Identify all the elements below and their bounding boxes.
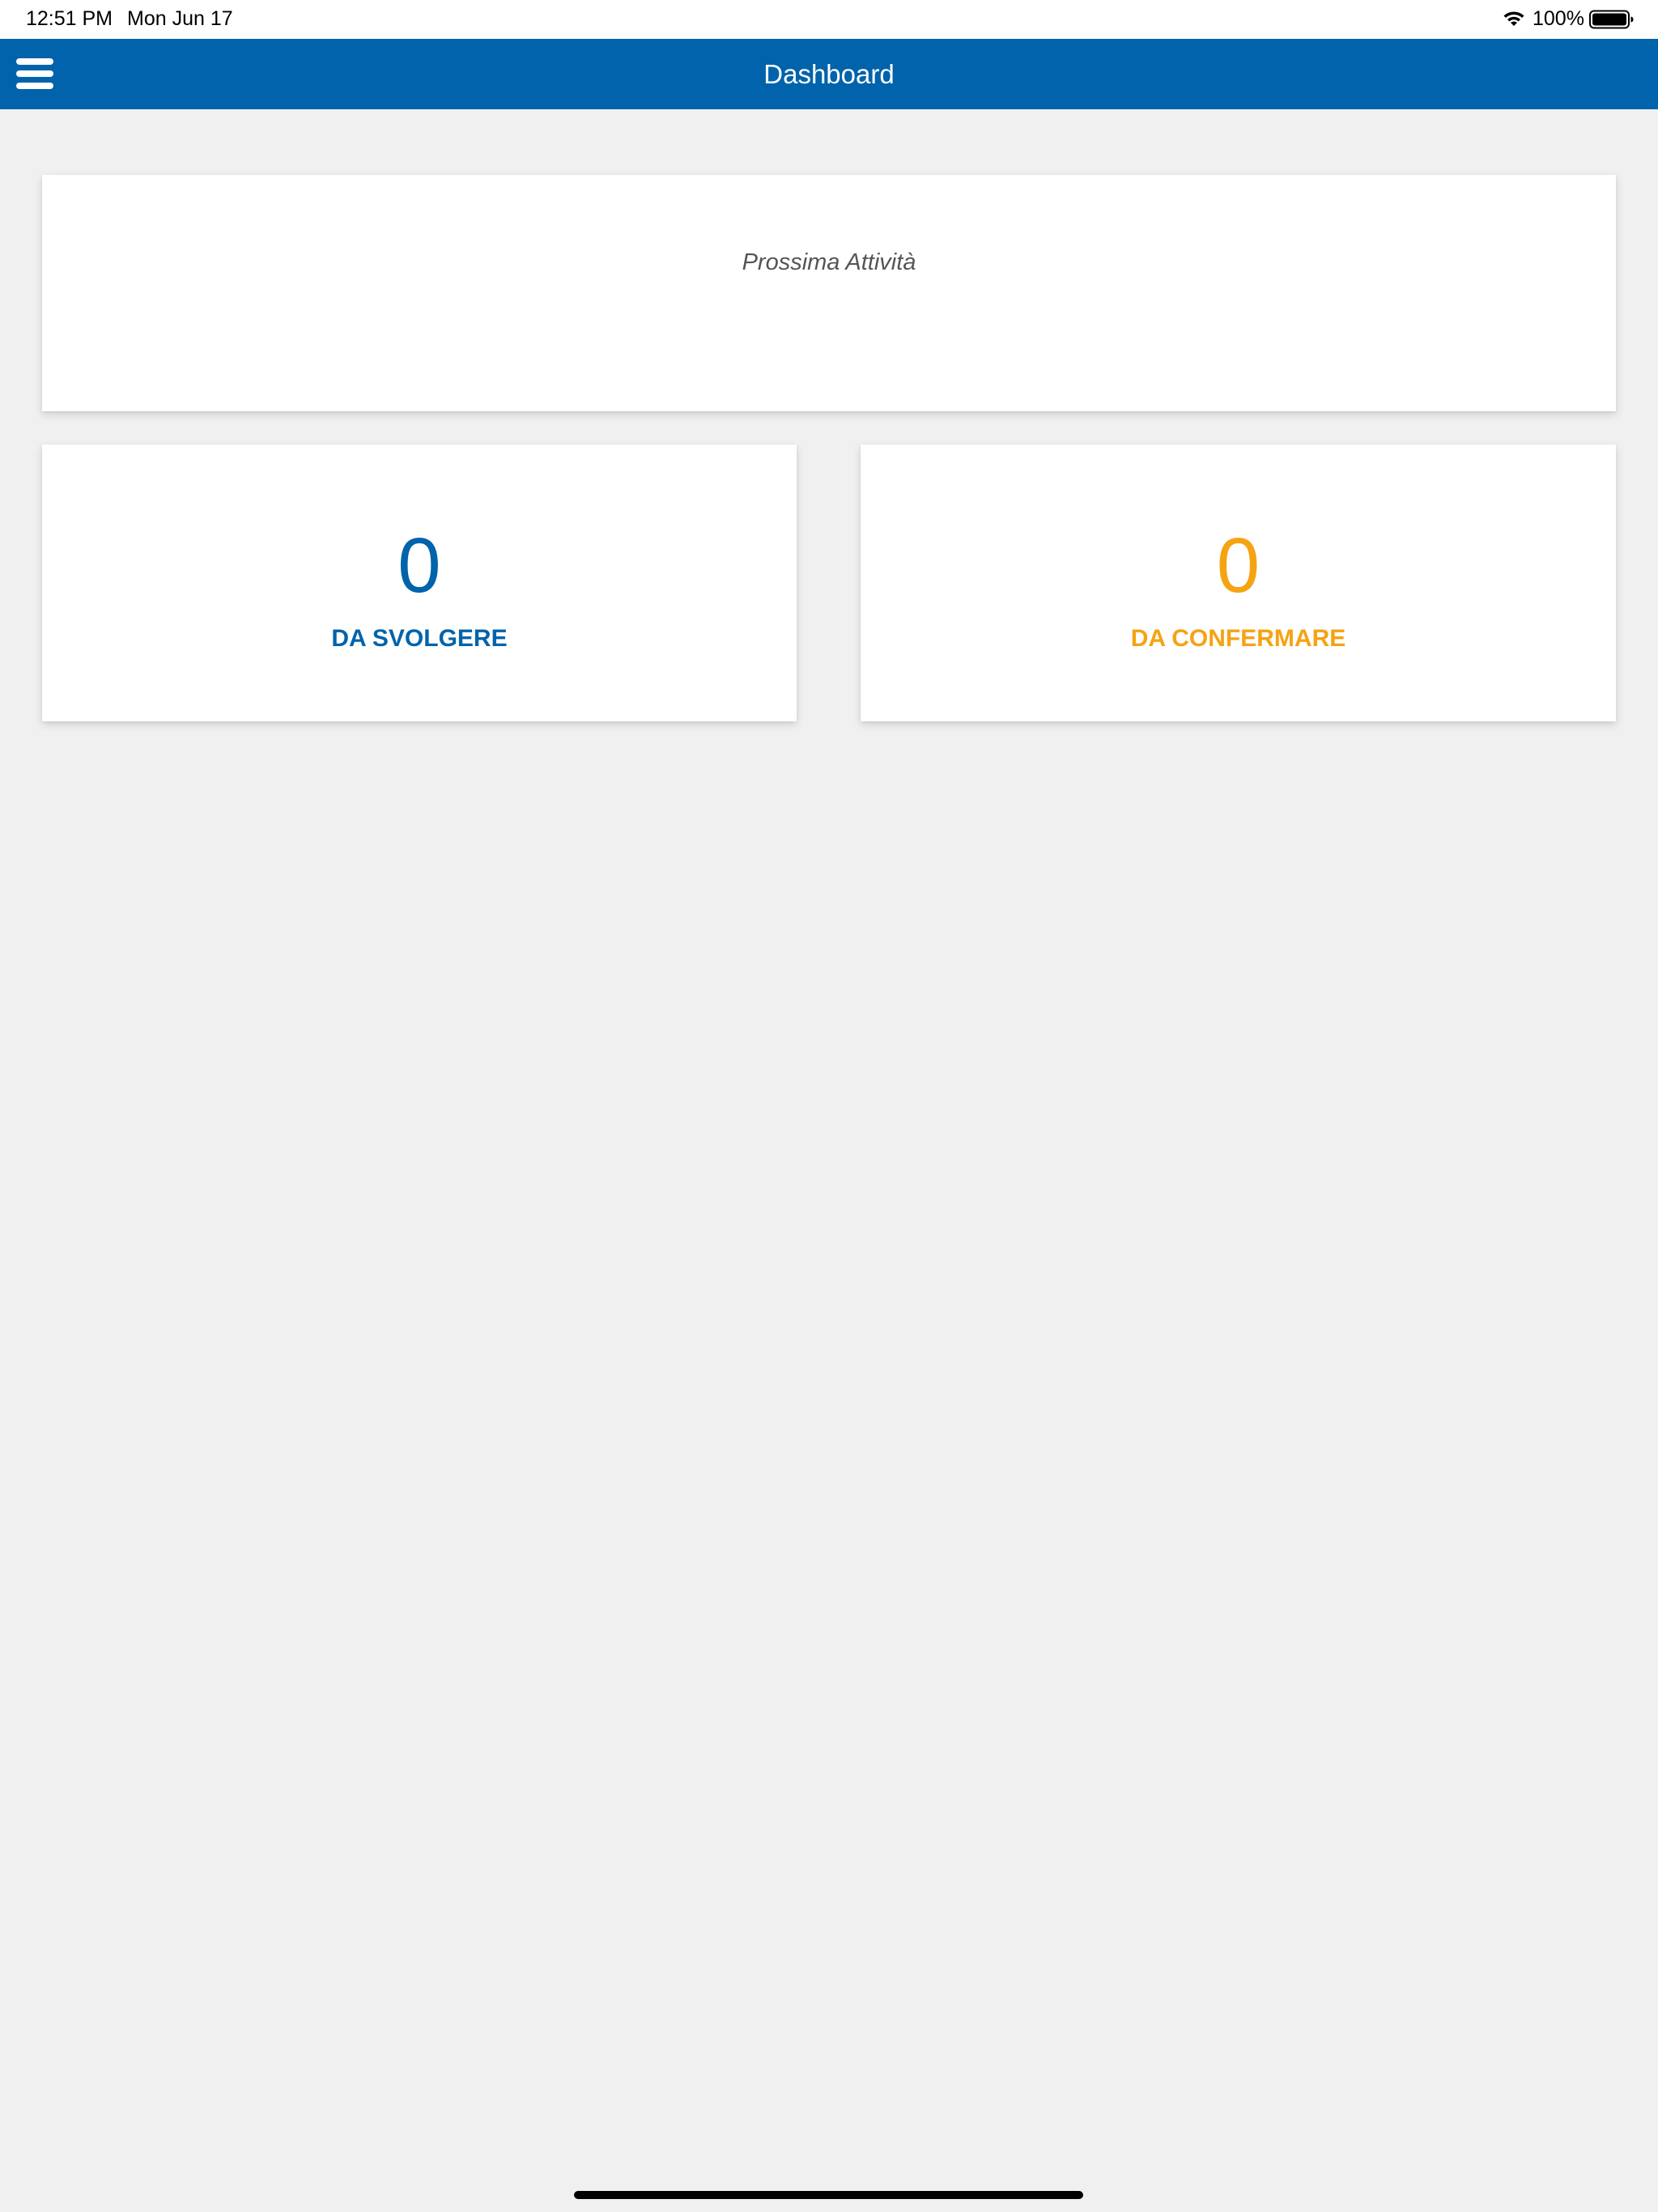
next-activity-card[interactable]: Prossima Attività: [42, 175, 1616, 411]
to-do-count: 0: [397, 522, 441, 609]
status-date: Mon Jun 17: [127, 7, 233, 30]
to-confirm-label: DA CONFERMARE: [1130, 625, 1346, 652]
to-confirm-count: 0: [1216, 522, 1261, 609]
next-activity-label: Prossima Attività: [742, 249, 916, 275]
battery-icon: [1589, 10, 1634, 29]
status-bar: 12:51 PM Mon Jun 17 100%: [0, 0, 1658, 39]
app-header: Dashboard: [0, 39, 1658, 109]
to-confirm-card[interactable]: 0 DA CONFERMARE: [861, 445, 1616, 721]
to-do-label: DA SVOLGERE: [331, 625, 508, 652]
hamburger-menu-icon-bar: [16, 83, 53, 89]
hamburger-menu-icon: [16, 58, 53, 65]
page-title: Dashboard: [763, 59, 895, 89]
home-indicator[interactable]: [574, 2191, 1083, 2199]
battery-percent: 100%: [1533, 7, 1584, 30]
to-do-card[interactable]: 0 DA SVOLGERE: [42, 445, 797, 721]
hamburger-menu-icon-bar: [16, 70, 53, 77]
wifi-icon: [1503, 11, 1524, 26]
status-time: 12:51 PM: [26, 7, 113, 30]
menu-button[interactable]: [10, 55, 58, 94]
